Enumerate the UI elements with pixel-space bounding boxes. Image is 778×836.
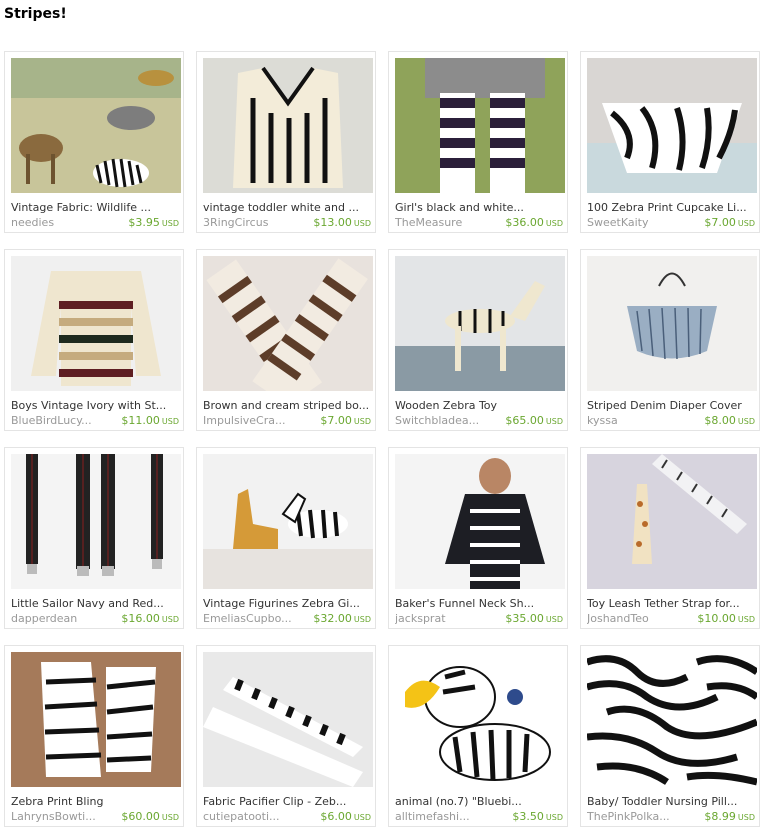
product-name[interactable]: animal (no.7) "Bluebi...	[395, 795, 563, 808]
product-name[interactable]: Wooden Zebra Toy	[395, 399, 563, 412]
toy-leash-image[interactable]	[587, 454, 757, 589]
product-card[interactable]: Vintage Figurines Zebra Gi... EmeliasCup…	[196, 447, 376, 629]
product-name[interactable]: Baker's Funnel Neck Sh...	[395, 597, 563, 610]
product-price: $8.00 USD	[704, 414, 755, 427]
product-price: $32.00 USD	[313, 612, 371, 625]
product-name[interactable]: Fabric Pacifier Clip - Zeb...	[203, 795, 371, 808]
shop-name[interactable]: ImpulsiveCra...	[203, 414, 313, 427]
shop-name[interactable]: alltimefashi...	[395, 810, 505, 823]
shop-name[interactable]: dapperdean	[11, 612, 121, 625]
shop-name[interactable]: BlueBirdLucy...	[11, 414, 121, 427]
product-card[interactable]: Baker's Funnel Neck Sh... jacksprat $35.…	[388, 447, 568, 629]
leg-warmers-image[interactable]	[203, 256, 373, 391]
figurines-image[interactable]	[203, 454, 373, 589]
wooden-zebra-image[interactable]	[395, 256, 565, 391]
zebra-print-image[interactable]	[395, 652, 565, 787]
product-card[interactable]: Girl's black and white... TheMeasure $36…	[388, 51, 568, 233]
shop-name[interactable]: jacksprat	[395, 612, 505, 625]
product-name[interactable]: 100 Zebra Print Cupcake Li...	[587, 201, 755, 214]
product-card[interactable]: vintage toddler white and ... 3RingCircu…	[196, 51, 376, 233]
knit-vest-image[interactable]	[203, 58, 373, 193]
product-card[interactable]: Toy Leash Tether Strap for... JoshandTeo…	[580, 447, 760, 629]
product-price: $11.00 USD	[121, 414, 179, 427]
shop-name[interactable]: JoshandTeo	[587, 612, 697, 625]
product-card[interactable]: Brown and cream striped bo... ImpulsiveC…	[196, 249, 376, 431]
product-price: $7.00 USD	[704, 216, 755, 229]
striped-sweater-image[interactable]	[11, 256, 181, 391]
product-card[interactable]: Wooden Zebra Toy Switchbladea... $65.00 U…	[388, 249, 568, 431]
product-card[interactable]: animal (no.7) "Bluebi... alltimefashi...…	[388, 645, 568, 827]
product-card[interactable]: Zebra Print Bling LahrynsBowti... $60.00…	[4, 645, 184, 827]
product-card[interactable]: Fabric Pacifier Clip - Zeb... cutiepatoo…	[196, 645, 376, 827]
product-price: $65.00 USD	[505, 414, 563, 427]
product-name[interactable]: Zebra Print Bling	[11, 795, 179, 808]
product-price: $8.99 USD	[704, 810, 755, 823]
product-card[interactable]: 100 Zebra Print Cupcake Li... SweetKaity…	[580, 51, 760, 233]
product-price: $7.00 USD	[320, 414, 371, 427]
cupcake-liner-image[interactable]	[587, 58, 757, 193]
product-name[interactable]: Vintage Figurines Zebra Gi...	[203, 597, 371, 610]
shop-name[interactable]: ThePinkPolka...	[587, 810, 697, 823]
shop-name[interactable]: SweetKaity	[587, 216, 697, 229]
product-name[interactable]: Vintage Fabric: Wildlife ...	[11, 201, 179, 214]
pacifier-clip-image[interactable]	[203, 652, 373, 787]
striped-tights-image[interactable]	[395, 58, 565, 193]
product-price: $16.00 USD	[121, 612, 179, 625]
zebra-fabric-image[interactable]	[587, 652, 757, 787]
shop-name[interactable]: cutiepatooti...	[203, 810, 313, 823]
product-card[interactable]: Vintage Fabric: Wildlife ... needies $3.…	[4, 51, 184, 233]
product-card[interactable]: Little Sailor Navy and Red... dapperdean…	[4, 447, 184, 629]
product-name[interactable]: Brown and cream striped bo...	[203, 399, 371, 412]
diaper-cover-image[interactable]	[587, 256, 757, 391]
product-price: $3.95 USD	[128, 216, 179, 229]
product-name[interactable]: Boys Vintage Ivory with St...	[11, 399, 179, 412]
product-card[interactable]: Boys Vintage Ivory with St... BlueBirdLu…	[4, 249, 184, 431]
product-name[interactable]: Little Sailor Navy and Red...	[11, 597, 179, 610]
suspenders-image[interactable]	[11, 454, 181, 589]
product-name[interactable]: Baby/ Toddler Nursing Pill...	[587, 795, 755, 808]
shop-name[interactable]: kyssa	[587, 414, 697, 427]
product-price: $3.50 USD	[512, 810, 563, 823]
product-name[interactable]: Striped Denim Diaper Cover	[587, 399, 755, 412]
shop-name[interactable]: EmeliasCupbo...	[203, 612, 313, 625]
shop-name[interactable]: Switchbladea...	[395, 414, 505, 427]
product-price: $13.00 USD	[313, 216, 371, 229]
product-name[interactable]: vintage toddler white and ...	[203, 201, 371, 214]
product-card[interactable]: Striped Denim Diaper Cover kyssa $8.00 US…	[580, 249, 760, 431]
product-price: $6.00 USD	[320, 810, 371, 823]
shop-name[interactable]: LahrynsBowti...	[11, 810, 121, 823]
product-card[interactable]: Baby/ Toddler Nursing Pill... ThePinkPol…	[580, 645, 760, 827]
product-name[interactable]: Girl's black and white...	[395, 201, 563, 214]
product-price: $60.00 USD	[121, 810, 179, 823]
shop-name[interactable]: needies	[11, 216, 121, 229]
wildlife-fabric-image[interactable]	[11, 58, 181, 193]
product-name[interactable]: Toy Leash Tether Strap for...	[587, 597, 755, 610]
shop-name[interactable]: TheMeasure	[395, 216, 505, 229]
zebra-sneakers-image[interactable]	[11, 652, 181, 787]
page-title: Stripes!	[4, 6, 67, 22]
shop-name[interactable]: 3RingCircus	[203, 216, 313, 229]
product-price: $36.00 USD	[505, 216, 563, 229]
product-price: $35.00 USD	[505, 612, 563, 625]
funnel-neck-shirt-image[interactable]	[395, 454, 565, 589]
product-price: $10.00 USD	[697, 612, 755, 625]
